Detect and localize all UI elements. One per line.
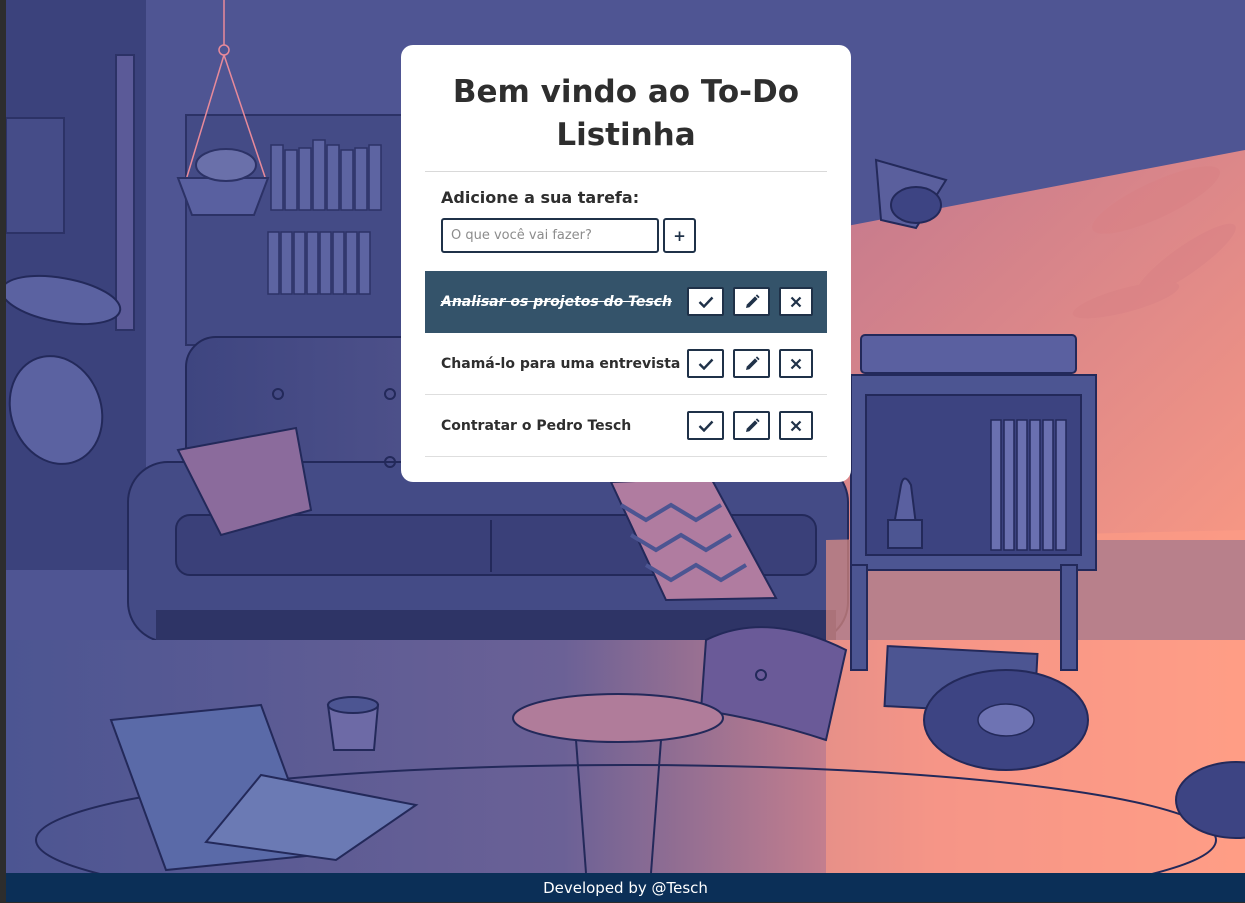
edit-todo-button[interactable] bbox=[733, 349, 770, 378]
todo-title: Chamá-lo para uma entrevista bbox=[441, 356, 681, 372]
pencil-icon bbox=[745, 355, 760, 370]
finish-todo-button[interactable] bbox=[687, 287, 724, 316]
todo-item: Chamá-lo para uma entrevista bbox=[425, 333, 827, 395]
remove-todo-button[interactable] bbox=[779, 349, 813, 378]
close-icon bbox=[790, 358, 802, 369]
check-icon bbox=[698, 358, 713, 370]
task-input[interactable] bbox=[441, 218, 659, 253]
remove-todo-button[interactable] bbox=[779, 287, 813, 316]
pencil-icon bbox=[745, 293, 760, 308]
todo-item: Contratar o Pedro Tesch bbox=[425, 395, 827, 457]
edit-todo-button[interactable] bbox=[733, 287, 770, 316]
page-title: Bem vindo ao To-Do Listinha bbox=[452, 74, 800, 153]
check-icon bbox=[698, 420, 713, 432]
finish-todo-button[interactable] bbox=[687, 411, 724, 440]
remove-todo-button[interactable] bbox=[779, 411, 813, 440]
finish-todo-button[interactable] bbox=[687, 349, 724, 378]
todo-title: Contratar o Pedro Tesch bbox=[441, 418, 632, 434]
check-icon bbox=[698, 296, 713, 308]
close-icon bbox=[790, 420, 802, 431]
add-task-label: Adicione a sua tarefa: bbox=[441, 188, 640, 207]
edit-todo-button[interactable] bbox=[733, 411, 770, 440]
todo-title: Analisar os projetos do Tesch bbox=[441, 294, 672, 310]
title-divider bbox=[425, 171, 827, 172]
footer: Developed by @Tesch bbox=[6, 873, 1245, 902]
todo-item: Analisar os projetos do Tesch bbox=[425, 271, 827, 333]
close-icon bbox=[790, 296, 802, 307]
todo-card: Bem vindo ao To-Do Listinha Adicione a s… bbox=[401, 45, 851, 482]
pencil-icon bbox=[745, 417, 760, 432]
add-task-button[interactable]: + bbox=[663, 218, 696, 253]
